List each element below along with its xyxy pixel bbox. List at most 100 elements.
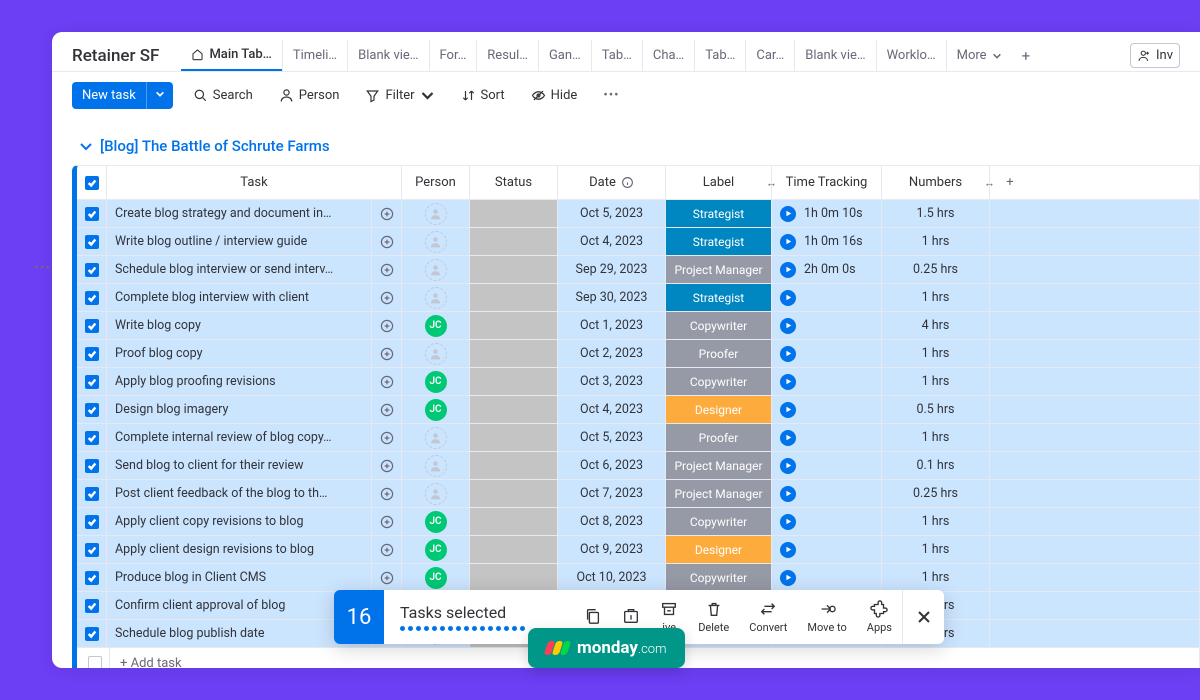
label-cell[interactable]: Proofer — [666, 424, 772, 451]
expand-row[interactable] — [372, 228, 402, 255]
play-icon[interactable] — [780, 430, 796, 446]
add-column[interactable]: + — [990, 166, 1030, 199]
numbers-cell[interactable]: 1 hrs — [882, 368, 990, 395]
numbers-cell[interactable]: 1 hrs — [882, 424, 990, 451]
tab-timeline[interactable]: Timeli… — [282, 40, 347, 71]
date-cell[interactable]: Oct 1, 2023 — [558, 312, 666, 339]
play-icon[interactable] — [780, 514, 796, 530]
time-cell[interactable] — [772, 396, 882, 423]
row-checkbox[interactable] — [77, 368, 107, 395]
person-placeholder[interactable] — [425, 483, 447, 505]
row-checkbox[interactable] — [77, 508, 107, 535]
duplicate-action[interactable] — [574, 607, 612, 628]
numbers-cell[interactable]: 1 hrs — [882, 536, 990, 563]
tab-form[interactable]: For… — [429, 40, 477, 71]
label-cell[interactable]: Copywriter — [666, 312, 772, 339]
group-header[interactable]: [Blog] The Battle of Schrute Farms — [72, 131, 1200, 165]
numbers-cell[interactable]: 0.25 hrs — [882, 256, 990, 283]
add-view-button[interactable]: + — [1012, 47, 1041, 65]
play-icon[interactable] — [780, 262, 796, 278]
table-row[interactable]: Schedule blog interview or send interv…S… — [77, 256, 1199, 284]
time-cell[interactable]: 1h 0m 10s — [772, 200, 882, 227]
numbers-cell[interactable]: 0.1 hrs — [882, 452, 990, 479]
table-row[interactable]: Apply client copy revisions to blogJCOct… — [77, 508, 1199, 536]
play-icon[interactable] — [780, 374, 796, 390]
task-name[interactable]: Complete blog interview with client — [107, 284, 372, 311]
invite-button[interactable]: Inv — [1130, 43, 1180, 68]
table-row[interactable]: Send blog to client for their review Oct … — [77, 452, 1199, 480]
person-placeholder[interactable] — [425, 231, 447, 253]
tab-workload[interactable]: Worklo… — [876, 40, 946, 71]
status-cell[interactable] — [470, 200, 558, 227]
tab-table1[interactable]: Tab… — [591, 40, 642, 71]
time-cell[interactable] — [772, 312, 882, 339]
status-cell[interactable] — [470, 424, 558, 451]
tab-blank2[interactable]: Blank vie… — [794, 40, 875, 71]
table-row[interactable]: Apply blog proofing revisionsJCOct 3, 20… — [77, 368, 1199, 396]
col-status[interactable]: Status — [470, 166, 558, 199]
person-filter[interactable]: Person — [273, 84, 346, 107]
table-row[interactable]: Proof blog copyOct 2, 2023Proofer1 hrs — [77, 340, 1199, 368]
label-cell[interactable]: Strategist — [666, 200, 772, 227]
label-cell[interactable]: Designer — [666, 396, 772, 423]
row-checkbox[interactable] — [77, 228, 107, 255]
task-name[interactable]: Apply client copy revisions to blog — [107, 508, 372, 535]
person-placeholder[interactable] — [425, 343, 447, 365]
export-action[interactable] — [612, 607, 650, 628]
tab-gantt[interactable]: Gan… — [538, 40, 591, 71]
time-cell[interactable] — [772, 508, 882, 535]
col-time[interactable]: Time Tracking — [772, 166, 882, 199]
monday-badge[interactable]: monday.com — [528, 628, 685, 668]
task-name[interactable]: Send blog to client for their review — [107, 452, 372, 479]
board-title[interactable]: Retainer SF — [72, 46, 159, 66]
date-cell[interactable]: Sep 30, 2023 — [558, 284, 666, 311]
close-selection[interactable] — [902, 590, 944, 644]
label-cell[interactable]: Project Manager — [666, 256, 772, 283]
status-cell[interactable] — [470, 228, 558, 255]
tab-main[interactable]: Main Tab… — [181, 40, 281, 71]
col-task[interactable]: Task — [107, 166, 402, 199]
expand-row[interactable] — [372, 536, 402, 563]
table-row[interactable]: Write blog outline / interview guideOct … — [77, 228, 1199, 256]
row-checkbox[interactable] — [77, 452, 107, 479]
numbers-cell[interactable]: 0.25 hrs — [882, 480, 990, 507]
row-checkbox[interactable] — [77, 284, 107, 311]
status-cell[interactable] — [470, 564, 558, 591]
time-cell[interactable]: 2h 0m 0s — [772, 256, 882, 283]
more-options[interactable]: ••• — [597, 84, 625, 107]
new-task-button[interactable]: New task — [72, 82, 173, 109]
task-name[interactable]: Write blog copy — [107, 312, 372, 339]
row-checkbox[interactable] — [77, 564, 107, 591]
numbers-cell[interactable]: 4 hrs — [882, 312, 990, 339]
row-checkbox[interactable] — [77, 312, 107, 339]
play-icon[interactable] — [780, 234, 796, 250]
tab-cards[interactable]: Car… — [745, 40, 794, 71]
play-icon[interactable] — [780, 486, 796, 502]
apps-action[interactable]: Apps — [857, 600, 902, 634]
expand-row[interactable] — [372, 424, 402, 451]
person-avatar[interactable]: JC — [425, 371, 447, 393]
task-name[interactable]: Write blog outline / interview guide — [107, 228, 372, 255]
col-date[interactable]: Date — [558, 166, 666, 199]
table-row[interactable]: Produce blog in Client CMSJCOct 10, 2023… — [77, 564, 1199, 592]
label-cell[interactable]: Project Manager — [666, 452, 772, 479]
expand-row[interactable] — [372, 564, 402, 591]
numbers-cell[interactable]: 1 hrs — [882, 508, 990, 535]
row-checkbox[interactable] — [77, 340, 107, 367]
date-cell[interactable]: Oct 6, 2023 — [558, 452, 666, 479]
expand-row[interactable] — [372, 452, 402, 479]
col-person[interactable]: Person — [402, 166, 470, 199]
numbers-cell[interactable]: 1 hrs — [882, 340, 990, 367]
task-name[interactable]: Apply client design revisions to blog — [107, 536, 372, 563]
label-cell[interactable]: Strategist — [666, 228, 772, 255]
time-cell[interactable] — [772, 480, 882, 507]
time-cell[interactable]: 1h 0m 16s — [772, 228, 882, 255]
time-cell[interactable] — [772, 452, 882, 479]
tab-chart[interactable]: Cha… — [642, 40, 694, 71]
date-cell[interactable]: Oct 3, 2023 — [558, 368, 666, 395]
date-cell[interactable]: Oct 5, 2023 — [558, 424, 666, 451]
date-cell[interactable]: Oct 2, 2023 — [558, 340, 666, 367]
task-name[interactable]: Schedule blog interview or send interv… — [107, 256, 372, 283]
expand-row[interactable] — [372, 256, 402, 283]
numbers-cell[interactable]: 1 hrs — [882, 564, 990, 591]
